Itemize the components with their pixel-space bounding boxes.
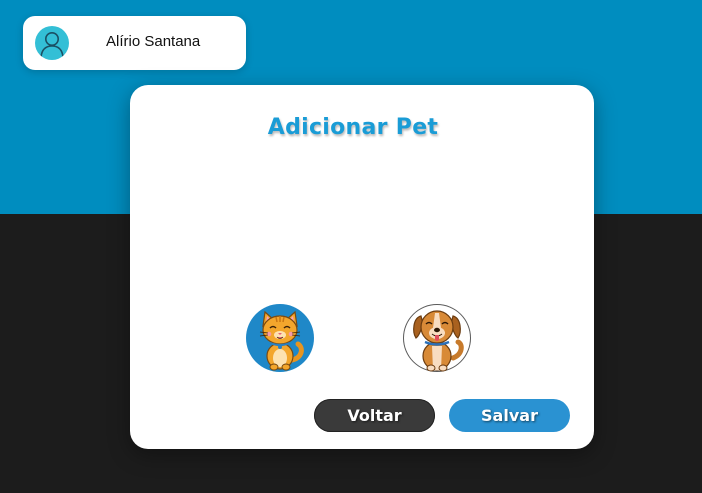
pet-option-cat[interactable] (246, 304, 314, 372)
back-button[interactable]: Voltar (314, 399, 435, 432)
user-profile-chip[interactable]: Alírio Santana (23, 16, 246, 70)
dog-icon (413, 310, 464, 372)
dialog-title: Adicionar Pet (267, 115, 439, 140)
cat-icon (259, 310, 304, 371)
save-button[interactable]: Salvar (449, 399, 570, 432)
pet-option-dog[interactable] (403, 304, 471, 372)
user-icon (35, 26, 69, 60)
add-pet-dialog: Adicionar Pet Voltar Salvar (130, 85, 594, 449)
user-name: Alírio Santana (106, 33, 201, 50)
